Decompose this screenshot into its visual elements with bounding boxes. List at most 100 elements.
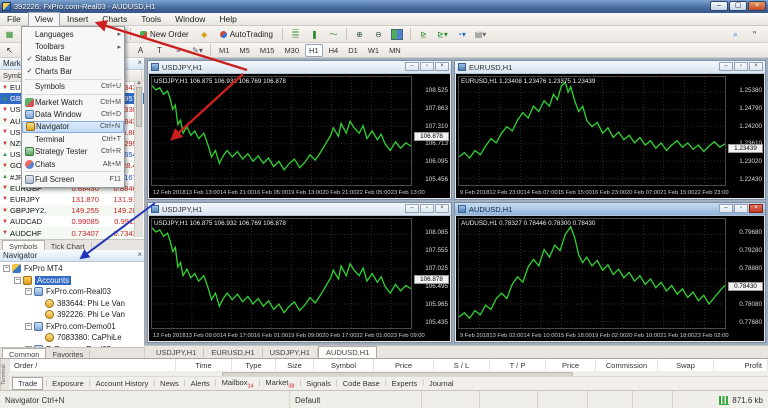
view-menu-item-data-window[interactable]: Data WindowCtrl+D: [22, 108, 124, 120]
navigator-node[interactable]: −FxPro.com-Real03: [0, 286, 144, 298]
chart-tab-usdjpy-h1[interactable]: USDJPY,H1: [263, 348, 318, 357]
terminal-tab-code-base[interactable]: Code Base: [338, 379, 385, 388]
menu-view[interactable]: View: [28, 12, 60, 26]
chart-window-usdjpy-2[interactable]: USDJPY,H1‒▫×108.085107.555107.025106.495…: [147, 202, 452, 343]
chart-title-bar[interactable]: AUDUSD,H1‒▫×: [455, 203, 765, 216]
menu-tools[interactable]: Tools: [134, 13, 168, 25]
text-label-icon[interactable]: T: [151, 43, 168, 58]
chart-close-button[interactable]: ×: [435, 204, 449, 213]
bar-chart-icon[interactable]: 𝄛: [287, 27, 304, 42]
tile-windows-icon[interactable]: [389, 27, 406, 42]
timeframe-mn[interactable]: MN: [385, 44, 405, 57]
timeframe-m15[interactable]: M15: [256, 44, 279, 57]
view-menu-item-languages[interactable]: Languages▸: [22, 28, 124, 40]
timeframe-w1[interactable]: W1: [364, 44, 383, 57]
market-watch-row[interactable]: ▼AUDCHF0.734070.73437: [0, 227, 144, 238]
candlestick-chart-icon[interactable]: ❚: [306, 27, 323, 42]
chart-restore-button[interactable]: ▫: [734, 62, 748, 71]
menu-insert[interactable]: Insert: [60, 13, 95, 25]
chart-tab-eurusd-h1[interactable]: EURUSD,H1: [204, 348, 262, 357]
autotrading-button[interactable]: AutoTrading: [215, 29, 278, 40]
templates-dropdown[interactable]: ▤▾: [472, 27, 489, 42]
search-icon[interactable]: ⌕: [727, 27, 744, 42]
chart-canvas[interactable]: 108.525107.863107.310106.713106.095105.4…: [149, 74, 450, 198]
timeframe-d1[interactable]: D1: [344, 44, 362, 57]
terminal-tab-market[interactable]: Market38: [260, 378, 299, 390]
view-menu-item-chats[interactable]: ChatsAlt+M: [22, 158, 124, 170]
terminal-tab-mailbox[interactable]: Mailbox14: [217, 378, 259, 390]
collapse-box[interactable]: −: [25, 288, 32, 295]
chart-close-button[interactable]: ×: [435, 62, 449, 71]
new-chart-icon[interactable]: ▦: [1, 27, 18, 42]
view-menu-item-symbols[interactable]: SymbolsCtrl+U: [22, 81, 124, 93]
view-menu-item-terminal[interactable]: TerminalCtrl+T: [22, 133, 124, 145]
terminal-col-price[interactable]: Price: [374, 359, 434, 371]
view-menu-item-toolbars[interactable]: Toolbars▸: [22, 40, 124, 52]
periods-dropdown[interactable]: ◔▾: [453, 27, 470, 42]
fibonacci-icon[interactable]: ≡: [170, 43, 187, 58]
terminal-col-swap[interactable]: Swap: [658, 359, 714, 371]
terminal-col-s-l[interactable]: S / L: [434, 359, 490, 371]
collapse-box[interactable]: −: [14, 277, 21, 284]
line-chart-icon[interactable]: 〜: [325, 27, 342, 42]
timeframe-m5[interactable]: M5: [235, 44, 253, 57]
menu-help[interactable]: Help: [212, 13, 243, 25]
chart-window-usdjpy-1[interactable]: USDJPY,H1‒▫×108.525107.863107.310106.713…: [147, 60, 452, 200]
terminal-col-commission[interactable]: Commission: [596, 359, 658, 371]
indicators-list-dropdown[interactable]: ⊵▾: [434, 27, 451, 42]
market-watch-row[interactable]: ▼EURJPY131.870131.910: [0, 194, 144, 205]
market-watch-scrollbar[interactable]: ▲: [134, 80, 143, 237]
collapse-box[interactable]: −: [25, 323, 32, 330]
chart-minimize-button[interactable]: ‒: [719, 62, 733, 71]
zoom-in-icon[interactable]: ⊕: [351, 27, 368, 42]
terminal-col-time[interactable]: Time: [176, 359, 232, 371]
expand-box[interactable]: +: [25, 346, 32, 347]
collapse-box[interactable]: −: [3, 265, 10, 272]
navigator-node[interactable]: 383644: Phi Le Van: [0, 298, 144, 310]
maximize-button[interactable]: ▢: [729, 1, 747, 11]
zoom-out-icon[interactable]: ⊖: [370, 27, 387, 42]
chat-icon[interactable]: ❞: [746, 27, 763, 42]
close-button[interactable]: ×: [748, 1, 766, 11]
view-menu-item-charts-bar[interactable]: ✓Charts Bar: [22, 65, 124, 77]
timeframe-h4[interactable]: H4: [325, 44, 343, 57]
chart-minimize-button[interactable]: ‒: [405, 204, 419, 213]
terminal-tab-experts[interactable]: Experts: [387, 379, 422, 388]
view-menu-item-market-watch[interactable]: Market WatchCtrl+M: [22, 96, 124, 108]
navigator-node[interactable]: 392226: Phi Le Van: [0, 309, 144, 321]
chart-tab-usdjpy-h1[interactable]: USDJPY,H1: [149, 348, 204, 357]
timeframe-h1[interactable]: H1: [305, 44, 323, 57]
chart-title-bar[interactable]: USDJPY,H1‒▫×: [148, 203, 451, 216]
navigator-node[interactable]: −Accounts: [0, 275, 144, 287]
chart-restore-button[interactable]: ▫: [420, 62, 434, 71]
terminal-col-symbol[interactable]: Symbol: [314, 359, 374, 371]
chart-minimize-button[interactable]: ‒: [719, 204, 733, 213]
text-icon[interactable]: A: [132, 43, 149, 58]
menu-charts[interactable]: Charts: [95, 13, 134, 25]
view-menu-item-navigator[interactable]: NavigatorCtrl+N: [22, 121, 124, 133]
chart-restore-button[interactable]: ▫: [734, 204, 748, 213]
market-watch-row[interactable]: ▼AUDCAD0.990850.99115: [0, 216, 144, 227]
navigator-node[interactable]: −FxPro MT4: [0, 263, 144, 275]
minimize-button[interactable]: –: [710, 1, 728, 11]
terminal-tab-alerts[interactable]: Alerts: [186, 379, 215, 388]
menu-window[interactable]: Window: [168, 13, 212, 25]
view-menu-item-status-bar[interactable]: ✓Status Bar: [22, 53, 124, 65]
indicators-icon[interactable]: ⊵: [415, 27, 432, 42]
navigator-close-icon[interactable]: ×: [137, 250, 142, 259]
navigator-node[interactable]: −FxPro.com-Demo01: [0, 321, 144, 333]
cursor-icon[interactable]: ↖: [1, 43, 18, 58]
arrows-dropdown[interactable]: ✎▾: [189, 43, 206, 58]
terminal-col-order-[interactable]: Order /: [9, 359, 176, 371]
chart-close-button[interactable]: ×: [749, 204, 763, 213]
market-watch-close-icon[interactable]: ×: [137, 58, 142, 67]
terminal-col-profit[interactable]: Profit: [714, 359, 768, 371]
terminal-col-price[interactable]: Price: [546, 359, 596, 371]
chart-canvas[interactable]: 0.796800.792800.788800.784800.780800.776…: [456, 216, 764, 341]
chart-title-bar[interactable]: EURUSD,H1‒▫×: [455, 61, 765, 74]
terminal-tab-exposure[interactable]: Exposure: [47, 379, 89, 388]
chart-restore-button[interactable]: ▫: [420, 204, 434, 213]
chart-minimize-button[interactable]: ‒: [405, 62, 419, 71]
expert-advisors-icon[interactable]: ◆: [196, 27, 213, 42]
terminal-tab-trade[interactable]: Trade: [12, 377, 43, 390]
